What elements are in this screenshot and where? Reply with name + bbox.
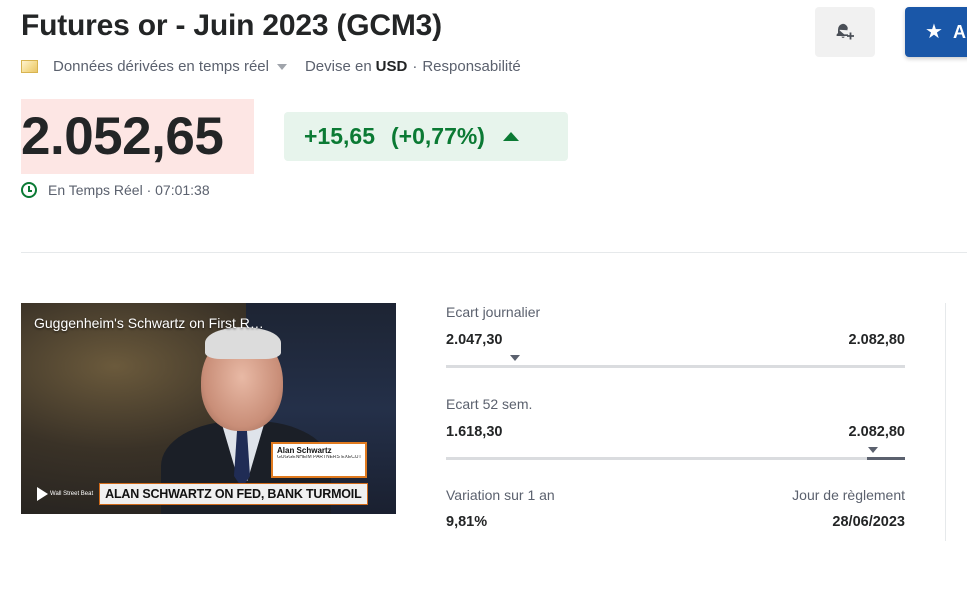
chevron-down-icon[interactable] [276, 63, 287, 70]
week52-range-marker [867, 447, 878, 453]
daily-range-low: 2.047,30 [446, 332, 503, 348]
change-value: +15,65 [304, 123, 375, 149]
nameplate-role: GUGGENHEIM PARTNERS EXECUTIVE CHAIRMAN [277, 455, 361, 460]
video-lower-third: Wall Street Beat ALAN SCHWARTZ ON FED, B… [21, 481, 396, 507]
daily-range-track [446, 355, 905, 368]
change-1y-value: 9,81% [446, 514, 488, 530]
week52-range-track [446, 447, 905, 460]
data-source-label[interactable]: Données dérivées en temps réel [53, 58, 269, 75]
currency-prefix: Devise en [304, 58, 372, 75]
section-divider [21, 252, 967, 253]
week52-range-high: 2.082,80 [848, 424, 905, 440]
clock-icon [21, 182, 37, 198]
page-title: Futures or - Juin 2023 (GCM3) [21, 9, 442, 42]
daily-range-high: 2.082,80 [848, 332, 905, 348]
star-icon: ★ [925, 21, 943, 43]
show-brand: Wall Street Beat [50, 491, 94, 497]
instrument-meta: Données dérivées en temps réel Devise en… [21, 58, 521, 75]
add-alert-button[interactable] [815, 7, 875, 57]
week52-range-label: Ecart 52 sem. [446, 396, 533, 412]
meta-separator: · [412, 58, 418, 75]
bell-plus-icon [836, 23, 854, 40]
play-icon[interactable] [37, 487, 48, 501]
price-change-badge: +15,65 (+0,77%) [284, 112, 568, 161]
arrow-up-icon [502, 132, 519, 141]
panel-divider [945, 303, 946, 541]
daily-range-marker [509, 355, 520, 361]
video-nameplate: Alan Schwartz GUGGENHEIM PARTNERS EXECUT… [271, 442, 367, 478]
video-title[interactable]: Guggenheim's Schwartz on First R… [34, 315, 264, 331]
watchlist-label: A [952, 21, 966, 42]
realtime-label: En Temps Réel · 07:01:38 [48, 182, 210, 198]
settlement-label: Jour de règlement [792, 487, 905, 503]
video-player[interactable]: Guggenheim's Schwartz on First R… Alan S… [21, 303, 396, 514]
last-price: 2.052,65 [21, 99, 254, 174]
gold-flag-icon [21, 60, 38, 73]
change-percent: (+0,77%) [391, 123, 485, 149]
currency-value: USD [375, 58, 408, 75]
settlement-value: 28/06/2023 [832, 514, 905, 530]
daily-range-label: Ecart journalier [446, 304, 541, 320]
responsibility-link[interactable]: Responsabilité [422, 58, 520, 75]
week52-range-low: 1.618,30 [446, 424, 503, 440]
nameplate-name: Alan Schwartz [277, 446, 332, 455]
realtime-status: En Temps Réel · 07:01:38 [21, 182, 210, 198]
video-headline: ALAN SCHWARTZ ON FED, BANK TURMOIL [99, 483, 368, 505]
add-to-watchlist-button[interactable]: ★ A [905, 7, 967, 57]
week52-range-fill [866, 457, 905, 460]
change-1y-label: Variation sur 1 an [446, 487, 555, 503]
video-figure-hair [205, 327, 281, 359]
